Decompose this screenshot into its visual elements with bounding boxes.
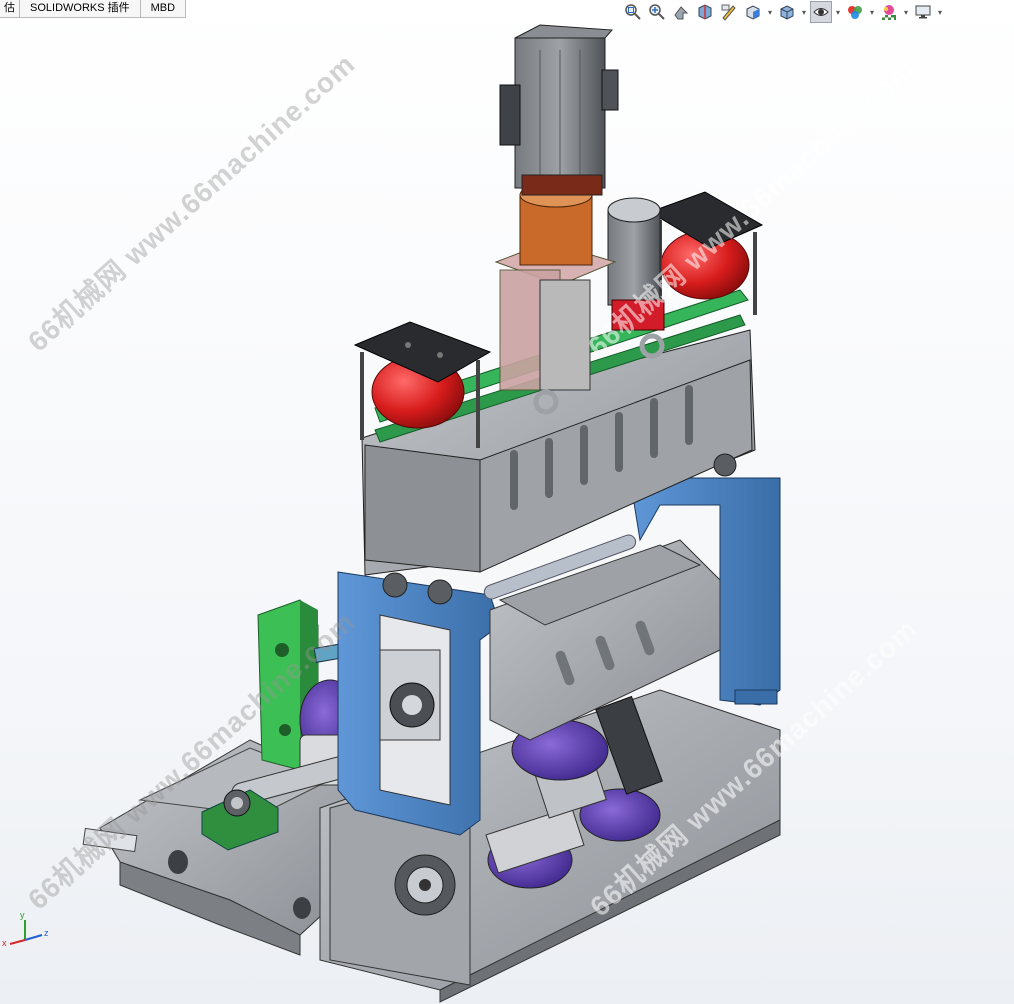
triad-z-label: z	[44, 928, 49, 938]
dynamic-annotation-button[interactable]	[718, 1, 740, 23]
edit-appearance-dropdown[interactable]: ▾	[868, 8, 876, 17]
view-orientation-dropdown[interactable]: ▾	[766, 8, 774, 17]
zoom-to-fit-button[interactable]	[622, 1, 644, 23]
display-style-button[interactable]	[776, 1, 798, 23]
apply-scene-icon	[882, 5, 896, 20]
edit-appearance-button[interactable]	[844, 1, 866, 23]
vertical-motor-mount[interactable]	[494, 182, 617, 391]
display-style-dropdown[interactable]: ▾	[800, 8, 808, 17]
main-servo-motor[interactable]	[499, 24, 619, 196]
tab-evaluate[interactable]: 估	[0, 0, 20, 17]
triad-y-label: y	[20, 910, 25, 920]
tab-solidworks-addins[interactable]: SOLIDWORKS 插件	[20, 0, 141, 17]
zoom-to-area-button[interactable]	[646, 1, 668, 23]
apply-scene-button[interactable]	[878, 1, 900, 23]
graphics-viewport[interactable]: 估 SOLIDWORKS 插件 MBD ▾ ▾ ▾ ▾ ▾ ▾ y z x 66…	[0, 0, 1014, 1004]
view-orientation-button[interactable]	[742, 1, 764, 23]
apply-scene-dropdown[interactable]: ▾	[902, 8, 910, 17]
hide-show-items-dropdown[interactable]: ▾	[834, 8, 842, 17]
previous-view-icon	[674, 6, 689, 20]
zoom-to-area-icon	[649, 4, 665, 20]
view-settings-dropdown[interactable]: ▾	[936, 8, 944, 17]
tab-mbd[interactable]: MBD	[140, 0, 187, 17]
section-view-button[interactable]	[694, 1, 716, 23]
view-settings-button[interactable]	[912, 1, 934, 23]
assembly-model-render[interactable]: y z x	[0, 0, 1014, 1004]
heads-up-view-toolbar: ▾ ▾ ▾ ▾ ▾ ▾	[622, 0, 944, 24]
previous-view-button[interactable]	[670, 1, 692, 23]
hide-show-items-button[interactable]	[810, 1, 832, 23]
section-view-icon	[698, 4, 712, 20]
view-orientation-icon	[746, 5, 760, 20]
hide-show-items-icon	[813, 8, 829, 16]
dynamic-annotation-icon	[721, 4, 736, 21]
display-style-icon	[780, 5, 794, 20]
command-manager-tabs: 估 SOLIDWORKS 插件 MBD	[0, 0, 187, 18]
zoom-to-fit-icon	[625, 4, 641, 20]
edit-appearance-icon	[848, 6, 862, 19]
triad-x-label: x	[2, 938, 7, 948]
view-settings-icon	[915, 5, 931, 19]
